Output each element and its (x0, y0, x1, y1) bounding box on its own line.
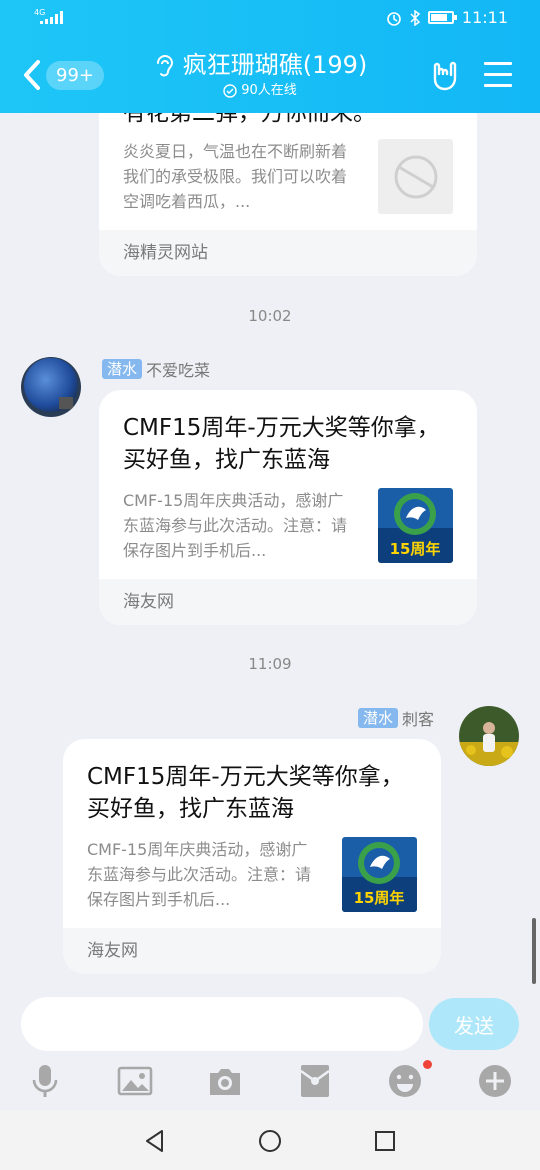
card-source: 海友网 (99, 579, 477, 625)
link-card[interactable]: CMF15周年-万元大奖等你拿，买好鱼，找广东蓝海 CMF-15周年庆典活动，感… (63, 739, 441, 974)
battery-icon (427, 11, 457, 24)
card-title: CMF15周年-万元大奖等你拿，买好鱼，找广东蓝海 (87, 764, 404, 822)
camera-icon[interactable] (207, 1063, 243, 1099)
thumb-text: 15周年 (390, 540, 441, 558)
card-desc: CMF-15周年庆典活动，感谢广东蓝海参与此次活动。注意：请保存图片到手机后..… (87, 840, 312, 909)
nav-recents-icon[interactable] (372, 1128, 398, 1154)
card-thumbnail: 15周年 (378, 488, 453, 563)
sender-line: 潜水 刺客 (357, 706, 434, 730)
timestamp: 10:02 (248, 307, 292, 325)
image-icon[interactable] (117, 1063, 153, 1099)
group-name: 疯狂珊瑚礁(199) (182, 51, 368, 79)
card-thumbnail (378, 139, 453, 214)
unread-badge[interactable]: 99+ (46, 61, 104, 90)
message-input[interactable] (21, 997, 423, 1051)
card-thumbnail: 15周年 (342, 837, 417, 912)
composer: 发送 (0, 985, 540, 1110)
scrollbar[interactable] (532, 918, 536, 984)
avatar[interactable] (21, 357, 81, 417)
top-bar: 4G 11:11 99+ 疯狂珊瑚礁(199) 90人在线 (0, 0, 540, 113)
member-tag: 潜水 (357, 708, 398, 728)
check-circle-icon (223, 84, 237, 98)
card-title: 有花第二弹，万你而来。 (123, 113, 376, 126)
link-card[interactable]: CMF15周年-万元大奖等你拿，买好鱼，找广东蓝海 CMF-15周年庆典活动，感… (99, 390, 477, 625)
status-bar: 4G 11:11 (0, 0, 540, 38)
red-packet-icon[interactable] (297, 1063, 333, 1099)
notification-dot (423, 1060, 432, 1069)
message-list[interactable]: 有花第二弹，万你而来。 炎炎夏日，气温也在不断刷新着我们的承受极限。我们可以吹着… (0, 113, 540, 985)
microphone-icon[interactable] (27, 1063, 63, 1099)
nav-home-icon[interactable] (257, 1128, 283, 1154)
timestamp: 11:09 (248, 655, 292, 673)
online-count: 90人在线 (241, 83, 297, 98)
card-source: 海友网 (63, 928, 441, 974)
system-nav-bar (0, 1110, 540, 1170)
clock: 11:11 (461, 8, 508, 27)
alarm-icon (387, 11, 401, 26)
send-button[interactable]: 发送 (429, 998, 519, 1050)
sender-name: 不爱吃菜 (146, 361, 211, 380)
card-desc: CMF-15周年庆典活动，感谢广东蓝海参与此次活动。注意：请保存图片到手机后..… (123, 491, 348, 560)
member-tag: 潜水 (102, 359, 143, 379)
chat-title[interactable]: 疯狂珊瑚礁(199) 90人在线 (140, 48, 380, 100)
plus-icon[interactable] (477, 1063, 513, 1099)
nav-back-icon[interactable] (142, 1128, 168, 1154)
card-source: 海精灵网站 (99, 230, 477, 276)
thumb-text: 15周年 (354, 889, 405, 907)
bluetooth-icon (410, 9, 420, 26)
signal-icon (40, 11, 63, 24)
menu-icon[interactable] (484, 62, 512, 88)
emoji-icon[interactable] (387, 1063, 423, 1099)
sender-line: 潜水 不爱吃菜 (102, 357, 210, 381)
sender-name: 刺客 (401, 710, 434, 729)
card-desc: 炎炎夏日，气温也在不断刷新着我们的承受极限。我们可以吹着空调吃着西瓜，... (123, 142, 348, 211)
rock-hand-icon[interactable] (430, 60, 460, 92)
avatar[interactable] (459, 706, 519, 766)
card-title: CMF15周年-万元大奖等你拿，买好鱼，找广东蓝海 (123, 415, 440, 473)
placeholder-image-icon (394, 155, 437, 198)
link-card[interactable]: 有花第二弹，万你而来。 炎炎夏日，气温也在不断刷新着我们的承受极限。我们可以吹着… (99, 113, 477, 276)
ear-icon (156, 55, 173, 77)
